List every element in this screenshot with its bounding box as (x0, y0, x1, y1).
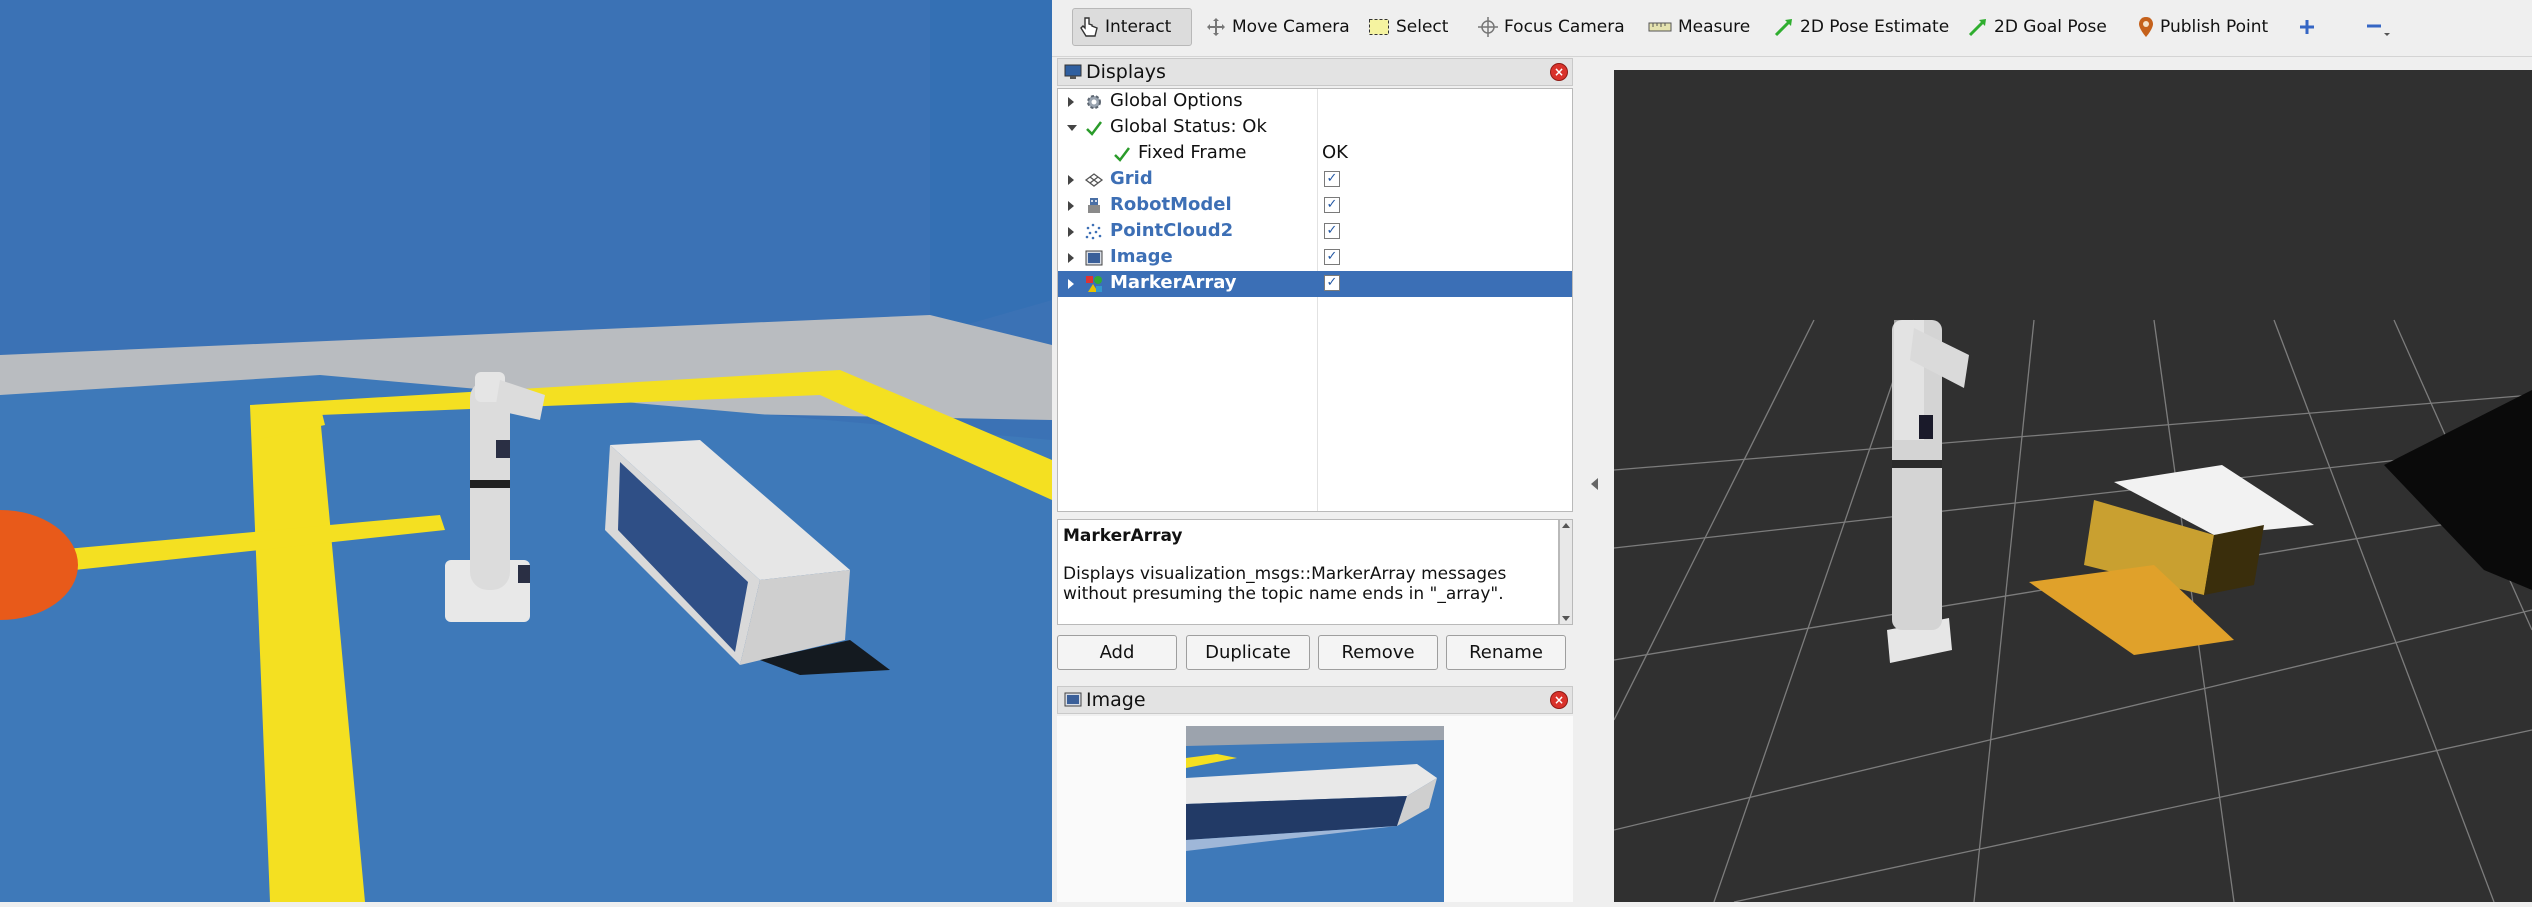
ruler-icon (1648, 22, 1672, 32)
pointcloud2-enable-checkbox[interactable]: ✓ (1324, 223, 1340, 239)
description-text-line: Displays visualization_msgs::MarkerArray… (1063, 564, 1507, 584)
image-panel-header: Image × (1057, 686, 1573, 714)
tree-label: PointCloud2 (1110, 220, 1234, 241)
tool-label: 2D Pose Estimate (1800, 17, 1950, 37)
expand-arrow-icon[interactable] (1068, 227, 1074, 237)
minus-icon (2367, 24, 2390, 36)
select-rect-icon (1369, 19, 1389, 35)
expand-arrow-icon[interactable] (1068, 175, 1074, 185)
image-icon (1064, 692, 1082, 707)
displays-tree: Global Options Global Status: Ok Fixed F… (1057, 88, 1573, 512)
render-scene (1614, 70, 2532, 902)
expand-arrow-icon[interactable] (1068, 279, 1074, 289)
tree-label: RobotModel (1110, 194, 1232, 215)
tree-row-global-status[interactable]: Global Status: Ok (1058, 115, 1572, 141)
displays-panel-header: Displays × (1057, 58, 1573, 86)
duplicate-display-button[interactable]: Duplicate (1186, 635, 1310, 670)
tree-row-robotmodel[interactable]: RobotModel ✓ (1058, 193, 1572, 219)
tool-label: Select (1396, 17, 1449, 37)
check-icon (1086, 121, 1102, 136)
rviz-3d-view[interactable] (1614, 70, 2532, 902)
tree-label: Grid (1110, 168, 1153, 189)
tree-row-fixed-frame[interactable]: Fixed Frame OK (1058, 141, 1572, 167)
displays-close-button[interactable]: × (1550, 63, 1568, 81)
tree-label: Global Status: Ok (1110, 116, 1267, 137)
tree-row-pointcloud2[interactable]: PointCloud2 ✓ (1058, 219, 1572, 245)
rename-display-button[interactable]: Rename (1446, 635, 1566, 670)
expand-arrow-icon[interactable] (1068, 201, 1074, 211)
tool-move-camera[interactable]: Move Camera (1200, 8, 1350, 46)
collapse-panel-arrow-icon[interactable] (1591, 478, 1598, 490)
camera-image (1186, 726, 1444, 902)
tree-label: Image (1110, 246, 1173, 267)
tool-select[interactable]: Select (1362, 8, 1462, 46)
image-panel-view (1057, 716, 1573, 902)
add-tool-button[interactable] (2292, 8, 2326, 46)
monitor-icon (1064, 64, 1082, 79)
tool-label: Interact (1105, 17, 1172, 37)
grid-icon (1084, 173, 1104, 187)
pointcloud-icon (1085, 223, 1102, 240)
image-panel-title: Image (1086, 689, 1146, 711)
hand-pointer-icon (1080, 17, 1098, 37)
tree-row-grid[interactable]: Grid ✓ (1058, 167, 1572, 193)
green-arrow-icon (1968, 19, 1986, 37)
tree-row-global-options[interactable]: Global Options (1058, 89, 1572, 115)
tree-row-image[interactable]: Image ✓ (1058, 245, 1572, 271)
map-pin-icon (2139, 17, 2153, 37)
scroll-arrows-icon (1562, 523, 1570, 621)
tree-label: Global Options (1110, 90, 1243, 111)
tool-interact[interactable]: Interact (1072, 8, 1192, 46)
tool-focus-camera[interactable]: Focus Camera (1472, 8, 1632, 46)
image-enable-checkbox[interactable]: ✓ (1324, 249, 1340, 265)
tool-measure[interactable]: Measure (1642, 8, 1762, 46)
expand-arrow-icon[interactable] (1068, 253, 1074, 263)
move-arrows-icon (1207, 18, 1225, 36)
tree-label: Fixed Frame (1138, 142, 1247, 163)
collapse-arrow-icon[interactable] (1067, 125, 1077, 131)
tree-row-markerarray[interactable]: MarkerArray ✓ (1058, 271, 1572, 297)
tool-bar: Interact Move Camera Select Focus Camera… (1052, 0, 2532, 57)
rviz-window: Interact Move Camera Select Focus Camera… (1052, 0, 2532, 902)
simulation-view[interactable] (0, 0, 1052, 902)
tool-label: 2D Goal Pose (1994, 17, 2107, 37)
gear-icon (1087, 95, 1101, 109)
green-arrow-icon (1774, 19, 1792, 37)
description-scrollbar[interactable] (1559, 519, 1573, 625)
remove-display-button[interactable]: Remove (1318, 635, 1438, 670)
grid-enable-checkbox[interactable]: ✓ (1324, 171, 1340, 187)
robot-icon (1088, 198, 1100, 213)
robotmodel-enable-checkbox[interactable]: ✓ (1324, 197, 1340, 213)
add-display-button[interactable]: Add (1057, 635, 1177, 670)
display-description: MarkerArray Displays visualization_msgs:… (1057, 519, 1559, 625)
tool-label: Publish Point (2160, 17, 2269, 37)
fixed-frame-value: OK (1322, 142, 1348, 163)
markerarray-enable-checkbox[interactable]: ✓ (1324, 275, 1340, 291)
tool-label: Measure (1678, 17, 1751, 37)
image-close-button[interactable]: × (1550, 691, 1568, 709)
expand-arrow-icon[interactable] (1068, 97, 1074, 107)
image-icon (1085, 250, 1103, 266)
plus-icon (2300, 20, 2314, 34)
tool-publish-point[interactable]: Publish Point (2132, 8, 2272, 46)
description-title: MarkerArray (1063, 526, 1183, 546)
tool-label: Move Camera (1232, 17, 1350, 37)
tool-label: Focus Camera (1504, 17, 1625, 37)
tool-2d-goal-pose[interactable]: 2D Goal Pose (1962, 8, 2112, 46)
displays-panel-title: Displays (1086, 61, 1166, 83)
tree-label: MarkerArray (1110, 272, 1237, 293)
crosshair-icon (1478, 17, 1498, 37)
marker-icon (1086, 276, 1102, 292)
check-icon (1114, 147, 1130, 162)
tool-2d-pose-estimate[interactable]: 2D Pose Estimate (1768, 8, 1950, 46)
simulation-scene (0, 0, 1052, 902)
description-text-line: without presuming the topic name ends in… (1063, 584, 1504, 604)
remove-tool-button[interactable] (2357, 8, 2397, 46)
